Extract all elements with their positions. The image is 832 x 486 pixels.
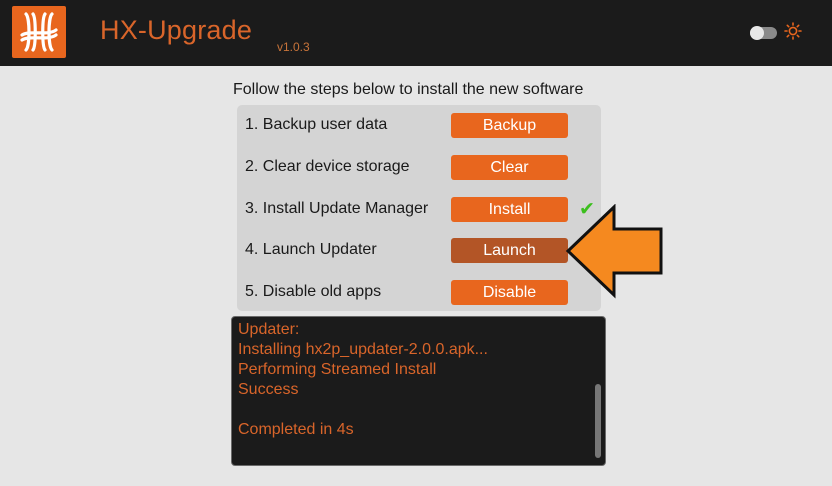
step-2-label: 2. Clear device storage (245, 158, 410, 175)
clear-button[interactable]: Clear (451, 155, 568, 180)
disable-button[interactable]: Disable (451, 280, 568, 305)
arrow-left-icon (564, 203, 666, 300)
launch-button[interactable]: Launch (451, 238, 568, 263)
sun-icon[interactable] (784, 22, 802, 40)
log-scrollbar[interactable] (595, 384, 601, 458)
app-title: HX-Upgrade (100, 15, 253, 45)
log-line: Performing Streamed Install (238, 361, 437, 378)
step-5-label: 5. Disable old apps (245, 283, 382, 300)
hx-logo-icon (12, 6, 66, 58)
backup-button[interactable]: Backup (451, 113, 568, 138)
log-line: Installing hx2p_updater-2.0.0.apk... (238, 341, 488, 358)
log-line: Completed in 4s (238, 421, 354, 438)
log-line: Updater: (238, 321, 300, 338)
install-button[interactable]: Install (451, 197, 568, 222)
toggle-knob (750, 26, 764, 40)
version-label: v1.0.3 (277, 40, 310, 54)
theme-toggle[interactable] (750, 26, 777, 40)
step-1-label: 1. Backup user data (245, 116, 388, 133)
log-line: Success (238, 381, 299, 398)
step-3-label: 3. Install Update Manager (245, 200, 429, 217)
step-4-label: 4. Launch Updater (245, 241, 377, 258)
instructions-text: Follow the steps below to install the ne… (233, 81, 584, 98)
app-header: HX-Upgrade v1.0.3 (0, 0, 832, 66)
